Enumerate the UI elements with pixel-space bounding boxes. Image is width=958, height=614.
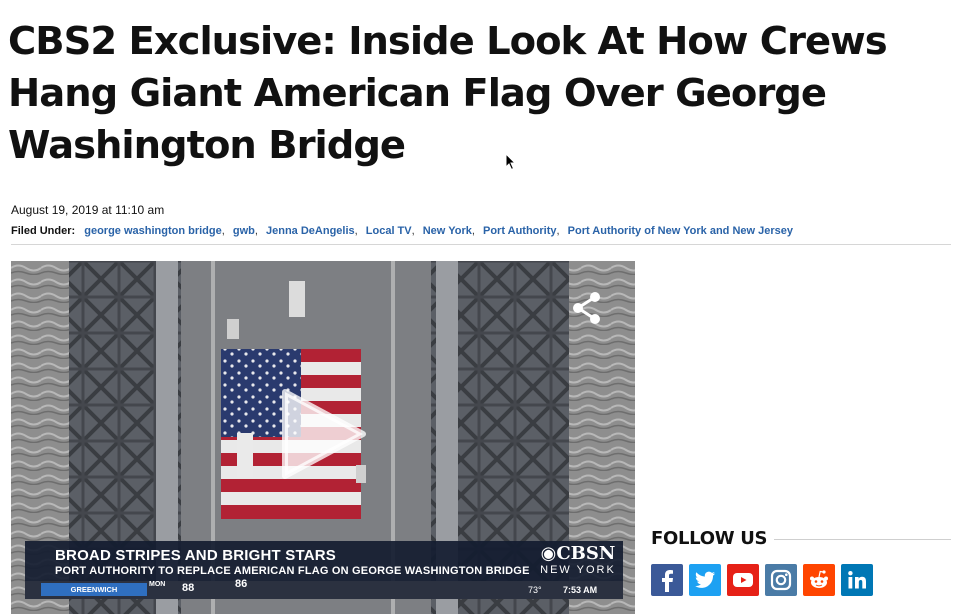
youtube-icon[interactable] <box>727 564 759 596</box>
instagram-icon[interactable] <box>765 564 797 596</box>
filed-under-label: Filed Under: <box>11 225 76 237</box>
ticker-day: MON <box>149 581 166 588</box>
tag-link[interactable]: Jenna DeAngelis <box>266 225 355 237</box>
video-player[interactable]: BROAD STRIPES AND BRIGHT STARS PORT AUTH… <box>11 261 635 614</box>
cbs-eye-icon: ◉ <box>540 543 557 564</box>
filed-under: Filed Under: george washington bridge, g… <box>11 225 793 237</box>
linkedin-icon[interactable] <box>841 564 873 596</box>
current-temp: 73° <box>528 585 542 595</box>
article-headline: CBS2 Exclusive: Inside Look At How Crews… <box>8 19 888 168</box>
ticker-temp: 86 <box>235 578 248 590</box>
mouse-cursor-icon <box>505 153 517 171</box>
network-city: NEW YORK <box>540 564 616 576</box>
tag-link[interactable]: Port Authority of New York and New Jerse… <box>568 225 793 237</box>
share-icon[interactable] <box>571 291 603 325</box>
weather-ticker: GREENWICH MON 88 86 73° 7:53 AM <box>25 578 623 599</box>
tag-link[interactable]: New York <box>423 225 472 237</box>
article-meta: August 19, 2019 at 11:10 am Filed Under:… <box>11 202 951 239</box>
twitter-icon[interactable] <box>689 564 721 596</box>
ticker-location: GREENWICH <box>41 583 147 596</box>
lower-third: BROAD STRIPES AND BRIGHT STARS PORT AUTH… <box>25 541 623 581</box>
facebook-icon[interactable] <box>651 564 683 596</box>
publish-date: August 19, 2019 at 11:10 am <box>11 203 165 217</box>
lower-third-title: BROAD STRIPES AND BRIGHT STARS <box>55 547 337 564</box>
tag-link[interactable]: gwb <box>233 225 255 237</box>
tag-link[interactable]: george washington bridge <box>84 225 222 237</box>
ticker-temp: 88 <box>182 582 195 594</box>
play-icon[interactable] <box>281 388 367 480</box>
current-time: 7:53 AM <box>563 585 598 595</box>
reddit-icon[interactable] <box>803 564 835 596</box>
divider <box>774 539 951 540</box>
cbsn-logo: ◉CBSN NEW YORK <box>537 545 619 579</box>
lower-third-subtitle: PORT AUTHORITY TO REPLACE AMERICAN FLAG … <box>55 565 530 577</box>
follow-us-title: FOLLOW US <box>651 528 768 549</box>
divider <box>11 244 951 245</box>
network-logo-text: CBSN <box>556 543 616 564</box>
tag-link[interactable]: Local TV <box>366 225 412 237</box>
tag-link[interactable]: Port Authority <box>483 225 557 237</box>
